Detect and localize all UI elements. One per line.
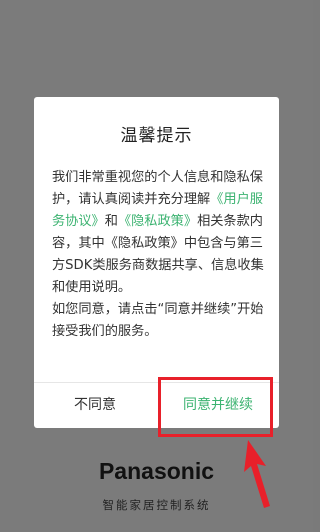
highlight-annotation-box [158,377,273,437]
consent-paragraph: 如您同意，请点击“同意并继续”开始接受我们的服务。 [52,302,264,339]
privacy-text-and: 和 [104,214,118,229]
privacy-paragraph: 我们非常重视您的个人信息和隐私保护，请认真阅读并充分理解《用户服务协议》和《隐私… [52,167,264,299]
app-screen: 温馨提示 我们非常重视您的个人信息和隐私保护，请认真阅读并充分理解《用户服务协议… [0,0,313,532]
privacy-policy-link[interactable]: 《隐私政策》 [118,214,197,229]
disagree-button[interactable]: 不同意 [34,383,156,428]
dialog-body: 我们非常重视您的个人信息和隐私保护，请认真阅读并充分理解《用户服务协议》和《隐私… [52,167,264,343]
dialog-title: 温馨提示 [120,126,193,146]
brand-logo: Panasonic [98,458,215,484]
brand-subtitle: 智能家居控制系统 [102,498,211,512]
